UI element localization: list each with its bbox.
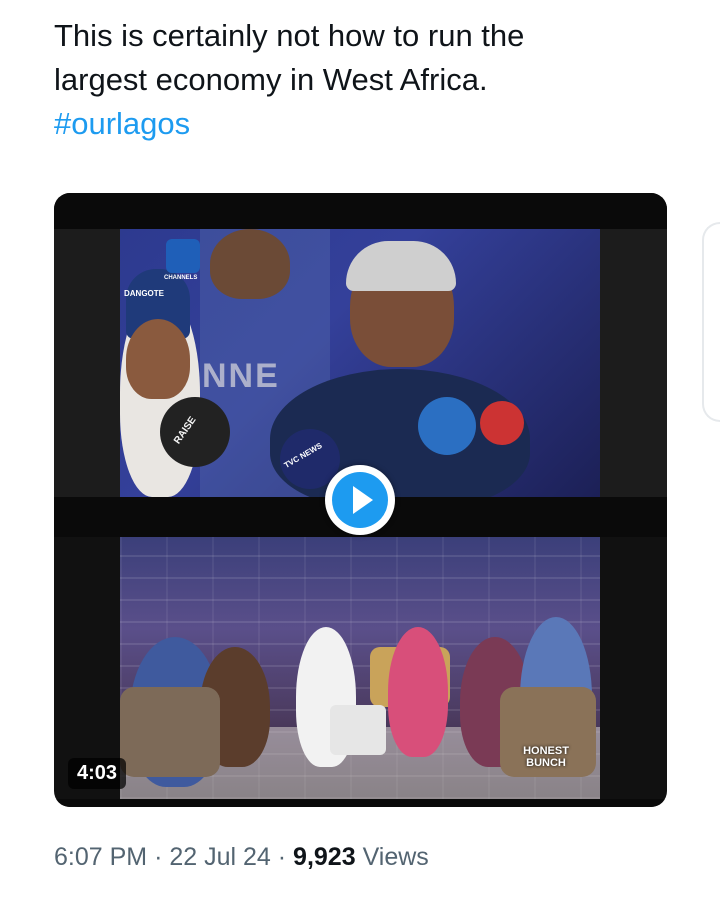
video-side-panel-left <box>54 229 120 497</box>
backdrop-text: NNE <box>202 357 280 395</box>
tweet-text-line-2: largest economy in West Africa. <box>54 62 488 97</box>
cap-text: DANGOTE <box>124 289 164 298</box>
play-icon <box>353 486 373 514</box>
mic-red <box>480 401 524 445</box>
armchair-left <box>120 687 220 777</box>
views-label: Views <box>362 843 429 871</box>
guest-dress <box>388 627 448 757</box>
person-back-face <box>210 229 290 299</box>
side-scroll-handle[interactable] <box>702 222 720 422</box>
tweet-text: This is certainly not how to run the lar… <box>54 14 654 146</box>
tweet-timestamp-link[interactable]: 6:07 PM · 22 Jul 24 <box>54 843 278 871</box>
mic-channels <box>418 397 476 455</box>
person-left-face <box>126 319 190 399</box>
video-frame-podcast: HONEST BUNCH <box>120 537 600 799</box>
channels-badge-text: CHANNELS <box>164 275 198 281</box>
tweet-date: 22 Jul 24 <box>169 843 271 871</box>
hashtag-link[interactable]: #ourlagos <box>54 102 654 146</box>
tweet-meta: 6:07 PM · 22 Jul 24 · 9,923 Views <box>54 843 429 872</box>
video-side-panel-right <box>600 229 667 497</box>
meta-separator: · <box>277 843 287 871</box>
speaker-hair <box>346 241 456 291</box>
tweet-time: 6:07 PM <box>54 843 148 871</box>
tweet-text-line-1: This is certainly not how to run the <box>54 18 525 53</box>
podcast-logo: HONEST BUNCH <box>523 745 569 769</box>
video-letterbox-bottom <box>54 799 667 807</box>
video-player[interactable]: NNE DANGOTE RAISE TVC NEWS CHANNELS HONE… <box>54 193 667 807</box>
video-duration-badge: 4:03 <box>68 758 127 789</box>
channels-logo-icon <box>166 239 200 273</box>
play-button[interactable] <box>325 465 395 535</box>
mic-raise <box>160 397 230 467</box>
side-table <box>330 705 386 755</box>
views-count: 9,923 <box>293 843 356 871</box>
meta-separator: · <box>154 843 163 871</box>
video-letterbox-top <box>54 193 667 229</box>
video-frame-press-conference: NNE DANGOTE RAISE TVC NEWS CHANNELS <box>120 229 600 497</box>
